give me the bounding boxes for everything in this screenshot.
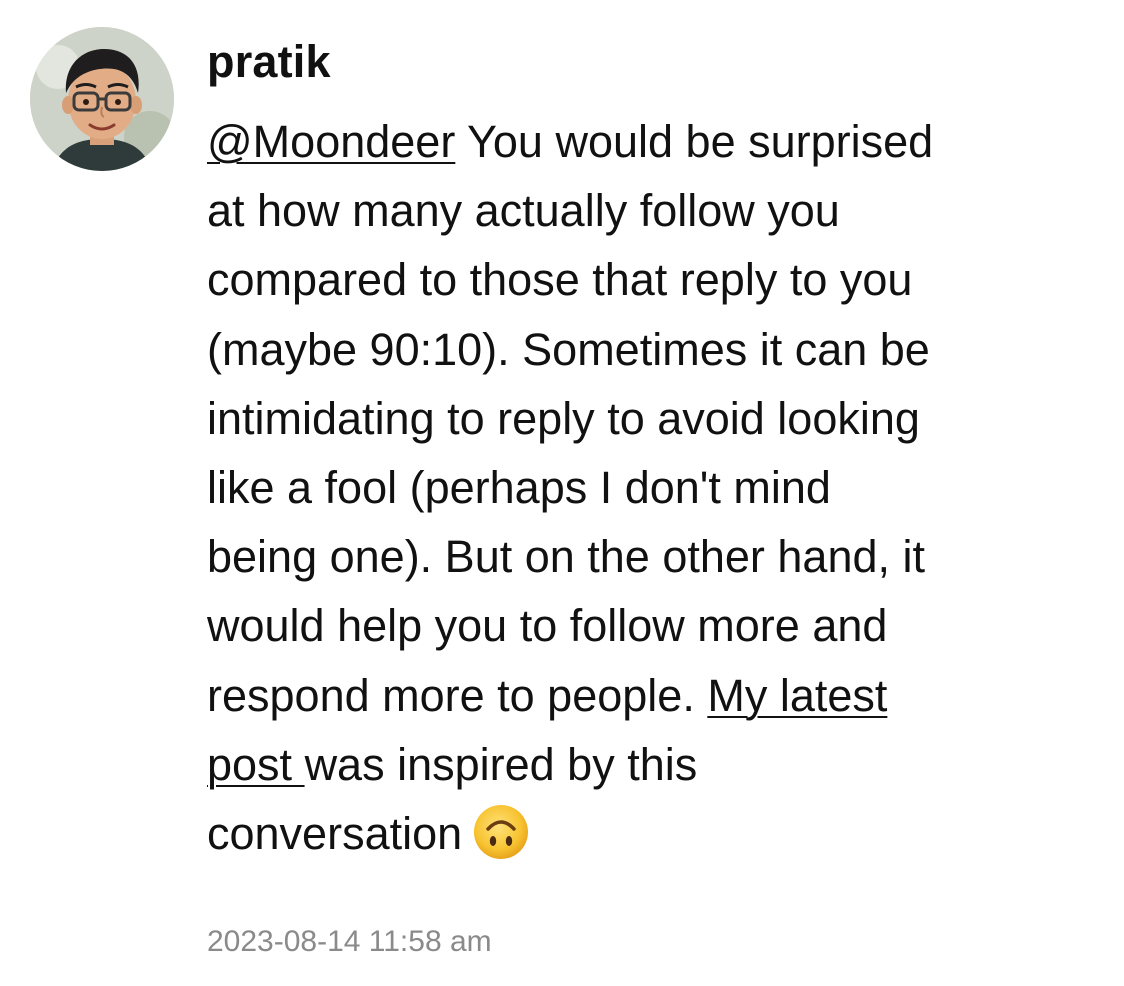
post-line: compared to those that reply to you [207,254,913,306]
post-line: respond more to people. My latest [207,669,888,721]
memoji-avatar-icon [30,27,174,171]
post-line: intimidating to reply to avoid looking [207,392,920,444]
avatar[interactable] [30,27,174,171]
post-line: would help you to follow more and [207,600,888,652]
post-line: post was inspired by this [207,738,698,790]
post-line: at how many actually follow you [207,185,840,237]
post-line: @Moondeer You would be surprised [207,116,934,167]
post-line: being one). But on the other hand, it [207,531,926,583]
post-line: like a fool (perhaps I don't mind [207,462,831,514]
author-name[interactable]: pratik [207,34,331,90]
post-line: (maybe 90:10). Sometimes it can be [207,323,930,375]
post-line: conversation [207,799,1057,868]
post-timestamp: 2023-08-14 11:58 am [207,925,492,958]
latest-post-link-continued[interactable]: post [207,739,305,790]
post-body: @Moondeer You would be surprised at how … [207,107,1057,868]
upside-down-face-emoji-icon [472,803,530,861]
latest-post-link[interactable]: My latest [707,670,887,721]
mention-link[interactable]: @Moondeer [207,116,455,167]
